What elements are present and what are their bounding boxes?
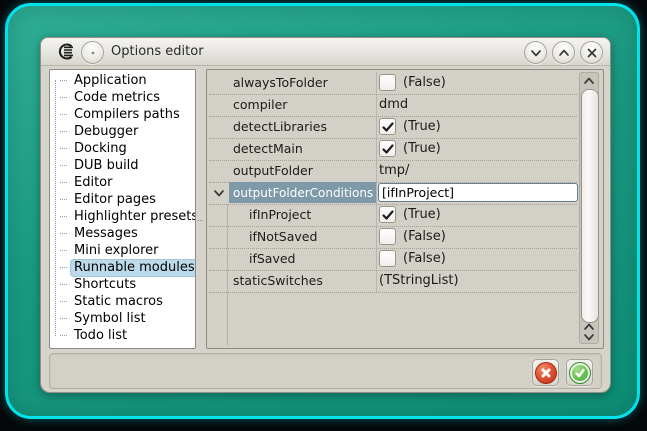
expander-chevron-down-icon[interactable] (212, 186, 226, 200)
sidebar-item-label: Application (71, 73, 150, 89)
sidebar-item-docking[interactable]: Docking (60, 140, 130, 157)
checkbox-state-label: (False) (403, 251, 446, 266)
sidebar-item-runnable-modules[interactable]: Runnable modules (60, 259, 196, 276)
sidebar-item-dub-build[interactable]: DUB build (60, 157, 142, 174)
property-row-outputFolderConditions[interactable]: outputFolderConditions (209, 182, 577, 205)
sidebar-item-label: Shortcuts (71, 277, 139, 293)
title-bar: Options editor (41, 38, 610, 66)
property-value: (True) (379, 116, 441, 137)
property-name[interactable]: outputFolder (229, 160, 376, 181)
sidebar-item-label: DUB build (71, 158, 142, 174)
sidebar-item-label: Editor (71, 175, 115, 191)
sidebar-item-label: Runnable modules (71, 260, 196, 276)
close-button[interactable] (580, 41, 603, 64)
sidebar-item-label: Editor pages (71, 192, 159, 208)
property-name[interactable]: staticSwitches (229, 270, 376, 291)
property-row-detectLibraries[interactable]: detectLibraries (True) (209, 116, 577, 139)
window-title: Options editor (111, 44, 204, 59)
property-value: (False) (379, 248, 446, 269)
property-name[interactable]: outputFolderConditions (229, 182, 376, 203)
property-row-ifInProject[interactable]: ifInProject (True) (209, 204, 577, 227)
sidebar-item-highlighter-presets[interactable]: Highlighter presets (60, 208, 196, 225)
sidebar-item-label: Static macros (71, 294, 166, 310)
splitter-handle[interactable] (196, 69, 205, 347)
property-row-compiler[interactable]: compilerdmd (209, 94, 577, 117)
sidebar-item-label: Mini explorer (71, 243, 162, 259)
accept-icon (569, 362, 591, 384)
property-row-outputFolder[interactable]: outputFoldertmp/ (209, 160, 577, 183)
property-name[interactable]: compiler (229, 94, 376, 115)
sidebar-item-label: Debugger (71, 124, 141, 140)
sidebar-item-label: Todo list (71, 328, 130, 344)
sidebar-item-static-macros[interactable]: Static macros (60, 293, 166, 310)
property-value: (TStringList) (379, 270, 459, 291)
property-row-detectMain[interactable]: detectMain (True) (209, 138, 577, 161)
checkbox-checked[interactable] (379, 118, 396, 135)
sidebar-item-label: Messages (71, 226, 141, 242)
window-menu-button[interactable] (81, 41, 104, 64)
checkbox-unchecked[interactable] (379, 250, 396, 267)
sidebar-item-mini-explorer[interactable]: Mini explorer (60, 242, 162, 259)
scrollbar-thumb[interactable] (581, 89, 599, 323)
property-value: (True) (379, 204, 441, 225)
tree-guide-line (55, 80, 56, 336)
category-list: ApplicationCode metricsCompilers pathsDe… (49, 69, 196, 349)
sidebar-item-todo-list[interactable]: Todo list (60, 327, 130, 344)
property-row-ifSaved[interactable]: ifSaved (False) (209, 248, 577, 271)
scroll-up-icon[interactable] (583, 76, 595, 86)
property-row-alwaysToFolder[interactable]: alwaysToFolder (False) (209, 72, 577, 95)
property-name[interactable]: detectLibraries (229, 116, 376, 137)
property-grid: alwaysToFolder (False) compilerdmddetectLi… (206, 69, 604, 349)
sidebar-item-label: Compilers paths (71, 107, 183, 123)
checkbox-checked[interactable] (379, 140, 396, 157)
checkbox-unchecked[interactable] (379, 228, 396, 245)
property-row-staticSwitches[interactable]: staticSwitches(TStringList) (209, 270, 577, 293)
sidebar-item-label: Docking (71, 141, 130, 157)
property-name[interactable]: ifInProject (229, 204, 376, 225)
property-name[interactable]: ifSaved (229, 248, 376, 269)
checkbox-state-label: (True) (403, 119, 441, 134)
accept-button[interactable] (566, 359, 593, 386)
property-value: (True) (379, 138, 441, 159)
sidebar-item-label: Code metrics (71, 90, 163, 106)
checkbox-state-label: (False) (403, 75, 446, 90)
sidebar-item-editor-pages[interactable]: Editor pages (60, 191, 159, 208)
property-row-ifNotSaved[interactable]: ifNotSaved (False) (209, 226, 577, 249)
sidebar-item-debugger[interactable]: Debugger (60, 123, 141, 140)
vertical-scrollbar[interactable] (579, 72, 599, 344)
sidebar-item-application[interactable]: Application (60, 72, 150, 89)
property-value: dmd (379, 94, 408, 115)
property-name[interactable]: detectMain (229, 138, 376, 159)
sidebar-item-shortcuts[interactable]: Shortcuts (60, 276, 139, 293)
checkbox-state-label: (True) (403, 141, 441, 156)
sidebar-item-label: Symbol list (71, 311, 149, 327)
scroll-down-icon[interactable] (583, 332, 595, 342)
checkbox-unchecked[interactable] (379, 74, 396, 91)
property-name[interactable]: alwaysToFolder (229, 72, 376, 93)
sidebar-item-label: Highlighter presets (71, 209, 196, 225)
checkbox-state-label: (False) (403, 229, 446, 244)
property-name[interactable]: ifNotSaved (229, 226, 376, 247)
sidebar-item-messages[interactable]: Messages (60, 225, 141, 242)
scroll-up-icon[interactable] (583, 322, 595, 332)
sidebar-item-code-metrics[interactable]: Code metrics (60, 89, 163, 106)
property-value: (False) (379, 226, 446, 247)
options-editor-window: Options editor ApplicationCode metricsCo… (40, 37, 611, 393)
screenshot-stage: Options editor ApplicationCode metricsCo… (0, 0, 647, 431)
minimize-button[interactable] (524, 41, 547, 64)
checkbox-checked[interactable] (379, 206, 396, 223)
coedit-logo-icon (57, 42, 76, 61)
sidebar-item-editor[interactable]: Editor (60, 174, 115, 191)
property-value: (False) (379, 72, 446, 93)
property-value: tmp/ (379, 160, 409, 181)
sidebar-item-compilers-paths[interactable]: Compilers paths (60, 106, 183, 123)
dialog-button-bar (49, 353, 602, 389)
outputFolderConditions-input[interactable] (378, 183, 578, 202)
cancel-icon (535, 362, 557, 384)
maximize-button[interactable] (552, 41, 575, 64)
sidebar-item-symbol-list[interactable]: Symbol list (60, 310, 149, 327)
splitter-grip (198, 220, 203, 224)
checkbox-state-label: (True) (403, 207, 441, 222)
cancel-button[interactable] (532, 359, 559, 386)
